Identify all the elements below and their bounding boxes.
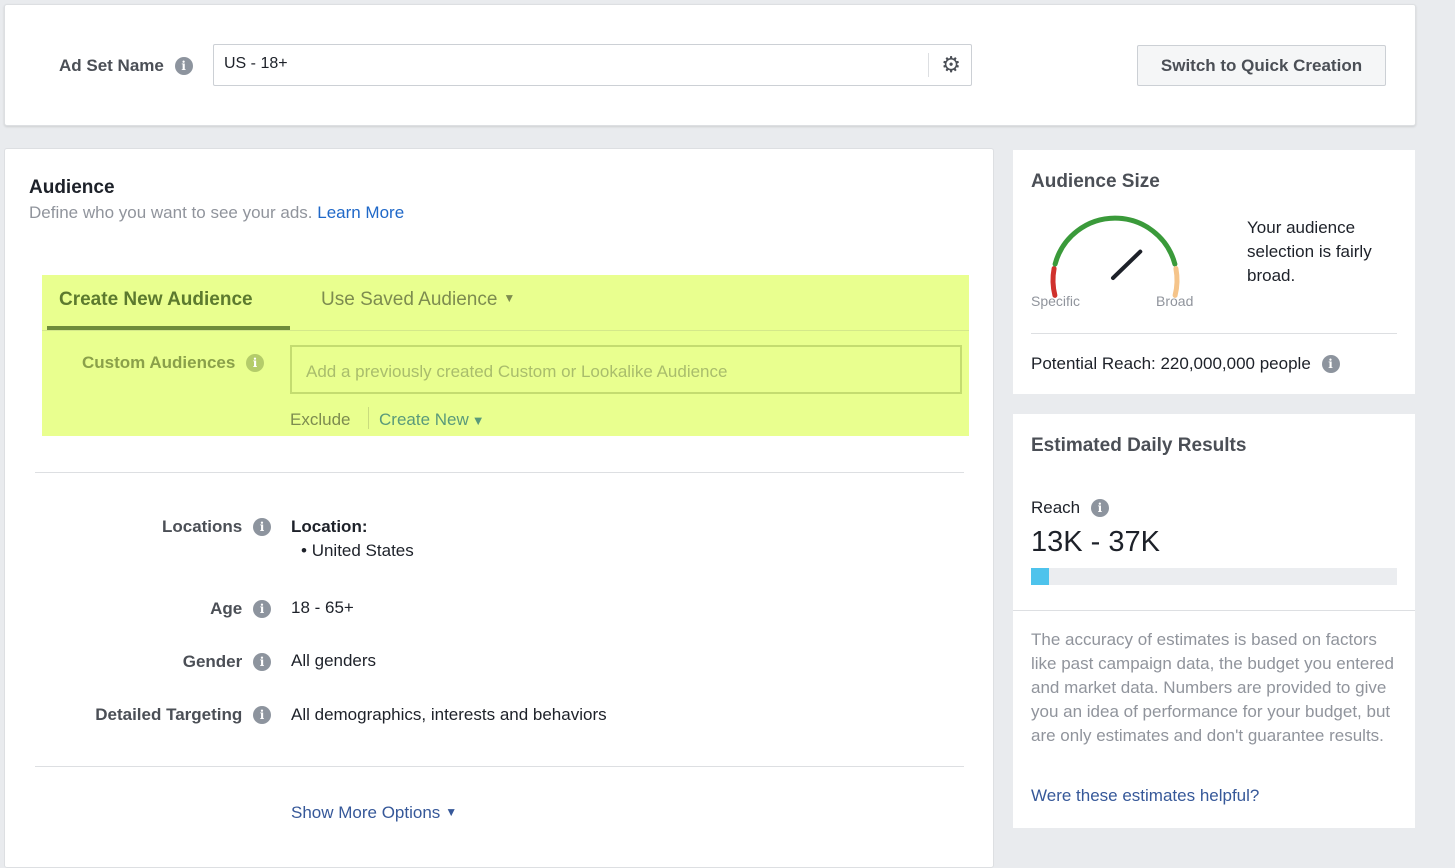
- custom-audiences-label-text: Custom Audiences: [82, 353, 236, 372]
- audience-subtitle-text: Define who you want to see your ads.: [29, 203, 313, 222]
- audience-size-card: Audience Size Specific Broad Your audien…: [1013, 150, 1415, 394]
- section-divider: [1031, 333, 1397, 334]
- gender-label-text: Gender: [182, 652, 243, 671]
- estimated-daily-results-title: Estimated Daily Results: [1031, 435, 1247, 456]
- audience-subtitle: Define who you want to see your ads. Lea…: [29, 203, 404, 223]
- estimated-daily-results-card: Estimated Daily Results Reach i 13K - 37…: [1013, 414, 1415, 828]
- gauge-arc-middle: [1052, 215, 1178, 267]
- detailed-targeting-value[interactable]: All demographics, interests and behavior…: [291, 705, 607, 725]
- gauge-needle: [1111, 249, 1143, 280]
- caret-down-icon: ▼: [445, 805, 458, 819]
- audience-gauge: [1050, 215, 1180, 298]
- section-divider: [1013, 610, 1415, 611]
- info-icon[interactable]: i: [174, 57, 193, 75]
- tab-divider: [42, 330, 969, 331]
- potential-reach: Potential Reach: 220,000,000 people i: [1031, 354, 1340, 374]
- tab-use-saved-audience[interactable]: Use Saved Audience ▼: [321, 289, 515, 311]
- potential-reach-text: Potential Reach: 220,000,000 people: [1031, 354, 1311, 373]
- info-icon[interactable]: i: [253, 653, 271, 671]
- reach-bar: [1031, 568, 1397, 585]
- info-icon[interactable]: i: [253, 706, 271, 724]
- audience-size-title: Audience Size: [1031, 171, 1160, 192]
- age-label-text: Age: [210, 599, 243, 618]
- custom-audiences-label: Custom Audiences i: [82, 353, 265, 373]
- section-divider: [35, 766, 964, 767]
- location-item: • United States: [301, 541, 414, 561]
- switch-to-quick-creation-button[interactable]: Switch to Quick Creation: [1137, 45, 1386, 86]
- age-label: Age i: [33, 599, 271, 619]
- section-divider: [35, 472, 964, 473]
- reach-label-text: Reach: [1031, 498, 1081, 517]
- link-divider: [368, 407, 369, 429]
- gauge-arc-broad: [1172, 266, 1180, 298]
- info-icon[interactable]: i: [253, 600, 271, 618]
- tab-use-saved-audience-label: Use Saved Audience: [321, 289, 498, 310]
- caret-down-icon: ▼: [471, 413, 485, 428]
- custom-audience-placeholder: Add a previously created Custom or Looka…: [306, 362, 728, 381]
- show-more-options-link[interactable]: Show More Options ▼: [291, 803, 457, 823]
- adset-name-label: Ad Set Name i: [59, 56, 193, 76]
- gauge-specific-label: Specific: [1031, 293, 1081, 309]
- caret-down-icon: ▼: [503, 291, 516, 305]
- gear-icon[interactable]: ⚙: [941, 53, 961, 77]
- age-value[interactable]: 18 - 65+: [291, 598, 354, 618]
- locations-label-text: Locations: [161, 517, 243, 536]
- audience-size-description: Your audience selection is fairly broad.: [1247, 218, 1372, 285]
- estimates-disclaimer: The accuracy of estimates is based on fa…: [1031, 630, 1394, 745]
- learn-more-link[interactable]: Learn More: [317, 203, 404, 222]
- reach-bar-fill: [1031, 568, 1050, 585]
- show-more-options-label: Show More Options: [291, 803, 441, 822]
- reach-label: Reach i: [1031, 498, 1109, 518]
- tab-create-new-audience[interactable]: Create New Audience: [59, 289, 253, 311]
- adset-name-label-text: Ad Set Name: [59, 56, 164, 75]
- create-new-label: Create New: [379, 410, 469, 429]
- audience-title: Audience: [29, 177, 115, 198]
- info-icon[interactable]: i: [1090, 499, 1109, 517]
- gender-value[interactable]: All genders: [291, 651, 376, 671]
- create-new-dropdown[interactable]: Create New ▼: [379, 410, 485, 430]
- info-icon[interactable]: i: [1321, 355, 1340, 373]
- adset-name-card: Ad Set Name i US - 18+ ⚙ Switch to Quick…: [4, 4, 1416, 126]
- input-divider: [928, 53, 929, 77]
- exclude-link[interactable]: Exclude: [290, 410, 350, 430]
- detailed-targeting-label-text: Detailed Targeting: [95, 705, 243, 724]
- detailed-targeting-label: Detailed Targeting i: [33, 705, 271, 725]
- reach-value: 13K - 37K: [1031, 526, 1160, 558]
- info-icon[interactable]: i: [253, 518, 271, 536]
- location-item-text: United States: [311, 541, 414, 560]
- custom-audience-input[interactable]: Add a previously created Custom or Looka…: [290, 345, 962, 394]
- estimates-helpful-link[interactable]: Were these estimates helpful?: [1031, 786, 1259, 806]
- audience-card: Audience Define who you want to see your…: [4, 148, 994, 868]
- adset-name-value[interactable]: US - 18+: [224, 55, 288, 73]
- gauge-arc-specific: [1050, 266, 1058, 298]
- gender-label: Gender i: [33, 652, 271, 672]
- info-icon[interactable]: i: [246, 354, 265, 372]
- locations-label: Locations i: [33, 517, 271, 537]
- location-heading: Location:: [291, 517, 368, 536]
- bullet: •: [301, 541, 312, 560]
- gauge-broad-label: Broad: [1156, 293, 1194, 309]
- adset-name-input[interactable]: US - 18+ ⚙: [213, 44, 972, 86]
- custom-audience-highlight: Create New Audience Use Saved Audience ▼ …: [42, 275, 969, 436]
